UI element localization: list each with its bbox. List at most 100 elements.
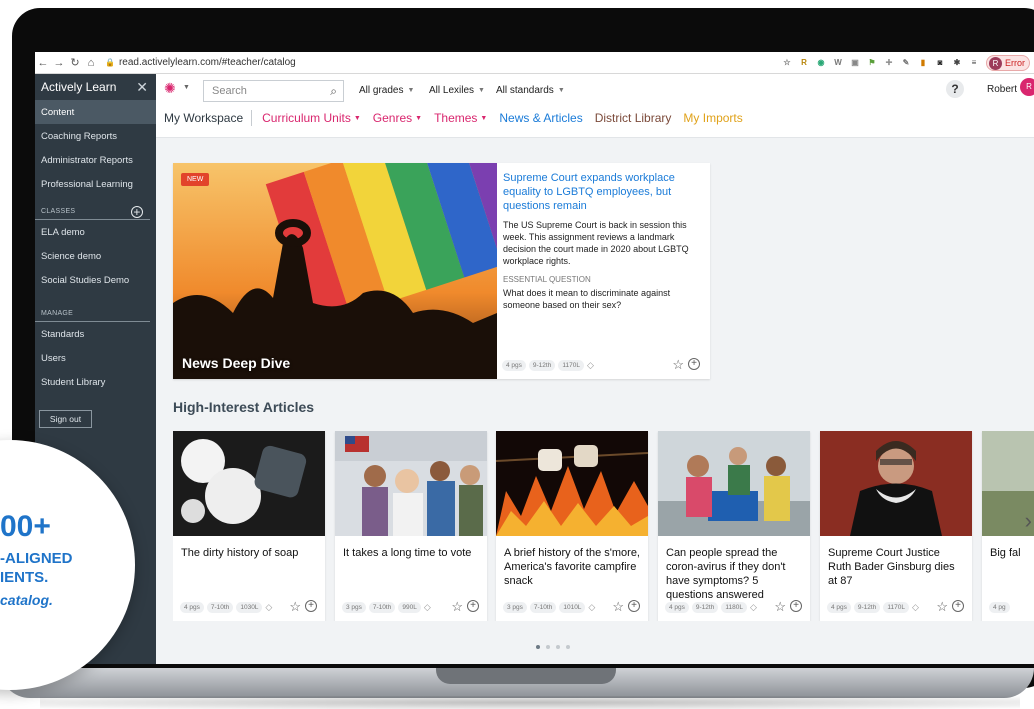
sidebar-item-class[interactable]: Science demo	[35, 244, 156, 268]
extensions-puzzle-icon[interactable]: ✱	[952, 58, 962, 68]
article-card[interactable]: Can people spread the coron-avirus if th…	[658, 431, 810, 621]
add-circle-icon[interactable]: +	[305, 600, 317, 612]
featured-assignment-card[interactable]: NEW News Deep Dive Supreme Court expands…	[173, 163, 710, 379]
carousel-dot[interactable]	[536, 645, 540, 649]
actively-learn-logo-icon[interactable]: ✺	[164, 80, 180, 96]
article-title[interactable]: A brief history of the s'more, America's…	[504, 546, 642, 588]
article-title[interactable]: Big fal	[990, 546, 1034, 560]
article-card[interactable]: Supreme Court Justice Ruth Bader Ginsbur…	[820, 431, 972, 621]
sidebar-title: Actively Learn	[41, 80, 117, 94]
carousel-dot[interactable]	[556, 645, 560, 649]
search-icon[interactable]: ⌕	[330, 84, 337, 99]
extension-box-icon[interactable]: ▣	[850, 58, 860, 68]
sidebar-item-class[interactable]: ELA demo	[35, 220, 156, 244]
pages-badge: 3 pgs	[342, 602, 366, 613]
sidebar-item-users[interactable]: Users	[35, 346, 156, 370]
standards-filter-label: All standards	[496, 85, 554, 96]
user-name[interactable]: Robert	[987, 84, 1017, 95]
search-input[interactable]	[204, 81, 314, 101]
article-title[interactable]: Supreme Court Justice Ruth Bader Ginsbur…	[828, 546, 966, 588]
article-image	[820, 431, 972, 536]
sidebar-item-class[interactable]: Social Studies Demo	[35, 268, 156, 292]
article-title[interactable]: It takes a long time to vote	[343, 546, 481, 560]
help-icon[interactable]: ?	[946, 80, 964, 98]
sidebar-item-student-library[interactable]: Student Library	[35, 370, 156, 394]
promo-line: catalog.	[0, 592, 53, 608]
favorite-star-icon[interactable]: ☆	[774, 599, 786, 615]
add-class-icon[interactable]: +	[131, 205, 143, 218]
add-circle-icon[interactable]: +	[628, 600, 640, 612]
home-icon[interactable]: ⌂	[83, 57, 99, 69]
carousel-dot[interactable]	[566, 645, 570, 649]
extension-bottle-icon[interactable]: ▮	[918, 58, 928, 68]
extension-camera-icon[interactable]: ◙	[935, 58, 945, 68]
article-title[interactable]: The dirty history of soap	[181, 546, 319, 560]
tab-news-articles[interactable]: News & Articles	[499, 111, 582, 125]
laptop-notch	[436, 668, 616, 684]
favorite-star-icon[interactable]: ☆	[672, 357, 684, 373]
standards-filter[interactable]: All standards ▼	[496, 85, 565, 96]
chevron-down-icon: ▼	[557, 87, 565, 94]
sidebar-item-coaching-reports[interactable]: Coaching Reports	[35, 124, 156, 148]
tab-themes[interactable]: Themes ▼	[434, 111, 487, 125]
chevron-down-icon[interactable]: ▼	[183, 84, 190, 91]
tab-district-library[interactable]: District Library	[595, 111, 672, 125]
featured-image: NEW News Deep Dive	[173, 163, 497, 379]
tab-label: My Imports	[683, 111, 743, 125]
favorite-star-icon[interactable]: ☆	[936, 599, 948, 615]
error-label: Error	[1005, 58, 1025, 68]
extension-move-icon[interactable]: ✛	[884, 58, 894, 68]
manage-label: MANAGE	[41, 310, 74, 317]
favorite-star-icon[interactable]: ☆	[612, 599, 624, 615]
featured-title[interactable]: Supreme Court expands workplace equality…	[503, 171, 703, 213]
profile-error-button[interactable]: R Error	[986, 55, 1030, 71]
section-title: High-Interest Articles	[173, 399, 315, 415]
address-bar[interactable]: 🔒 read.activelylearn.com/#teacher/catalo…	[105, 57, 296, 68]
add-circle-icon[interactable]: +	[790, 600, 802, 612]
chevron-down-icon: ▼	[415, 114, 423, 122]
sidebar-item-administrator-reports[interactable]: Administrator Reports	[35, 148, 156, 172]
chevron-down-icon: ▼	[407, 87, 415, 94]
article-title[interactable]: Can people spread the coron-avirus if th…	[666, 546, 804, 602]
extension-grammarly-icon[interactable]: ◉	[816, 58, 826, 68]
extension-pin-icon[interactable]: ⚑	[867, 58, 877, 68]
article-card[interactable]: The dirty history of soap 4 pgs 7-10th 1…	[173, 431, 325, 621]
sidebar-item-content[interactable]: Content	[35, 100, 156, 124]
tab-genres[interactable]: Genres ▼	[373, 111, 422, 125]
extension-pen-icon[interactable]: ✎	[901, 58, 911, 68]
grades-badge: 9-12th	[691, 602, 719, 613]
tab-my-workspace[interactable]: My Workspace	[164, 111, 243, 125]
article-card[interactable]: It takes a long time to vote 3 pgs 7-10t…	[335, 431, 487, 621]
extension-w-icon[interactable]: W	[833, 58, 843, 68]
article-card[interactable]: A brief history of the s'more, America's…	[496, 431, 648, 621]
avatar[interactable]: R	[1020, 78, 1034, 96]
screen: ← → ↻ ⌂ 🔒 read.activelylearn.com/#teache…	[35, 52, 1034, 664]
back-icon[interactable]: ←	[35, 57, 51, 69]
nav-divider	[251, 110, 253, 126]
reading-list-icon[interactable]: ≡	[969, 58, 979, 68]
star-icon[interactable]: ☆	[782, 58, 792, 68]
grades-filter[interactable]: All grades ▼	[359, 85, 414, 96]
sign-out-button[interactable]: Sign out	[39, 410, 92, 428]
chevron-right-icon[interactable]: ›	[1025, 508, 1032, 534]
tab-curriculum-units[interactable]: Curriculum Units ▼	[262, 111, 361, 125]
sidebar-item-professional-learning[interactable]: Professional Learning	[35, 172, 156, 196]
forward-icon[interactable]: →	[51, 57, 67, 69]
add-circle-icon[interactable]: +	[688, 358, 700, 370]
close-icon[interactable]: ✕	[136, 79, 148, 96]
article-actions: ☆ +	[936, 599, 964, 615]
add-circle-icon[interactable]: +	[467, 600, 479, 612]
laptop-shadow	[40, 696, 1020, 709]
add-circle-icon[interactable]: +	[952, 600, 964, 612]
articles-carousel: The dirty history of soap 4 pgs 7-10th 1…	[173, 431, 1034, 621]
favorite-star-icon[interactable]: ☆	[289, 599, 301, 615]
sidebar-item-standards[interactable]: Standards	[35, 322, 156, 346]
carousel-dot[interactable]	[546, 645, 550, 649]
tab-my-imports[interactable]: My Imports	[683, 111, 742, 125]
extension-r-icon[interactable]: R	[799, 58, 809, 68]
article-meta: 3 pgs 7-10th 990L ◇	[342, 602, 431, 613]
favorite-star-icon[interactable]: ☆	[451, 599, 463, 615]
reload-icon[interactable]: ↻	[67, 56, 83, 69]
lexiles-filter[interactable]: All Lexiles ▼	[429, 85, 485, 96]
tab-label: Curriculum Units	[262, 111, 351, 125]
